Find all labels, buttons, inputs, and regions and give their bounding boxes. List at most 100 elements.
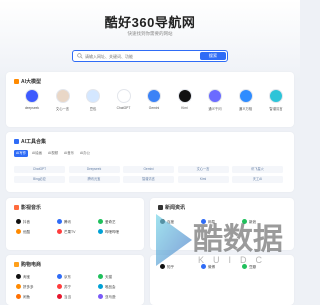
site-link-label: 淘宝: [23, 274, 30, 279]
search-button[interactable]: 搜索: [200, 52, 226, 60]
tab-item[interactable]: AI写作: [14, 150, 28, 157]
site-link[interactable]: 拼多多: [16, 283, 50, 291]
left-section-title: 影视音乐: [14, 204, 41, 211]
tool-link[interactable]: 天工AI: [232, 176, 283, 183]
ai-model-label: 智谱清言: [269, 107, 283, 111]
site-icon: [98, 294, 103, 299]
tool-link[interactable]: Bing必应: [14, 176, 65, 183]
play-logo-icon: [156, 214, 192, 266]
ai-models-icon: [14, 79, 19, 84]
site-link[interactable]: 天猫: [98, 273, 132, 281]
site-icon: [57, 294, 62, 299]
search-input[interactable]: [85, 52, 193, 60]
ai-model-label: 文心一言: [55, 107, 70, 111]
tool-link[interactable]: ChatGPT: [14, 166, 65, 173]
ai-model-label: Gemini: [148, 106, 160, 110]
ai-model-item[interactable]: ChatGPT: [108, 89, 140, 119]
ai-model-item[interactable]: Gemini: [138, 89, 170, 119]
site-icon: [57, 284, 62, 289]
ai-model-item[interactable]: 智谱清言: [260, 89, 292, 119]
site-link[interactable]: 苏宁: [57, 283, 91, 291]
site-link[interactable]: 京东: [57, 273, 91, 281]
site-link[interactable]: 优酷: [16, 228, 50, 236]
site-icon: [57, 229, 62, 234]
watermark-text: 酷数据: [193, 223, 283, 256]
tool-link[interactable]: 智谱清言: [123, 176, 174, 183]
site-link-label: 苏宁: [64, 284, 71, 289]
site-link-label: 唯品会: [105, 284, 116, 289]
site-link-label: 京东: [64, 274, 71, 279]
ai-model-label: ChatGPT: [116, 106, 131, 110]
ai-model-item[interactable]: 通义万相: [230, 89, 262, 119]
site-icon: [16, 219, 21, 224]
ai-model-icon: [25, 89, 39, 103]
left-section-card: 影视音乐 抖音 腾讯 爱奇艺优酷 芒果TV 哔哩哔哩: [6, 198, 144, 250]
site-icon: [98, 219, 103, 224]
site-link-label: 优酷: [23, 229, 30, 234]
ai-model-icon: [208, 89, 222, 103]
ai-model-item[interactable]: 通义千问: [199, 89, 231, 119]
ai-model-label: deepseek: [24, 106, 40, 110]
site-link-label: 拼多多: [23, 284, 34, 289]
left-section2-title: 购物电商: [14, 261, 41, 268]
left-section2-card: 购物电商 淘宝 京东 天猫 拼多多 苏宁 唯品会 闲鱼 当当 亚马逊: [6, 255, 144, 305]
watermark: 酷数据 KUIDC: [150, 200, 300, 300]
site-link[interactable]: 爱奇艺: [98, 218, 132, 226]
site-link[interactable]: 淘宝: [16, 273, 50, 281]
ai-model-icon: [116, 89, 131, 103]
tool-link[interactable]: Gemini: [123, 166, 174, 173]
ai-model-icon: [86, 89, 100, 103]
film-icon: [14, 205, 19, 210]
site-icon: [16, 294, 21, 299]
site-icon: [57, 274, 62, 279]
tool-link[interactable]: Kimi: [177, 176, 229, 183]
ai-model-icon: [269, 89, 283, 103]
site-icon: [16, 274, 21, 279]
site-link[interactable]: 腾讯: [57, 218, 91, 226]
site-icon: [98, 229, 103, 234]
site-link[interactable]: 哔哩哔哩: [98, 228, 132, 236]
ai-models-grid: deepseek 文心一言 豆包 ChatGPT Gemini Kimi 通义千问 通义万相 智…: [16, 89, 286, 119]
site-link-label: 天猫: [105, 274, 112, 279]
site-link-label: 爱奇艺: [105, 219, 116, 224]
search-bar: 搜索: [72, 50, 228, 62]
site-link[interactable]: 芒果TV: [57, 228, 91, 236]
site-icon: [16, 229, 21, 234]
ai-tools-icon: [14, 139, 19, 144]
ai-model-icon: [55, 89, 70, 103]
site-link-label: 芒果TV: [64, 229, 76, 234]
ai-model-item[interactable]: deepseek: [16, 89, 48, 119]
site-link[interactable]: 抖音: [16, 218, 50, 226]
tool-link[interactable]: 讯飞星火: [232, 166, 283, 173]
tool-link[interactable]: Deepseek: [68, 166, 120, 173]
ai-model-item[interactable]: 豆包: [77, 89, 109, 119]
ai-tools-title: AI工具合集: [14, 138, 46, 145]
tab-item[interactable]: AI音乐: [62, 150, 76, 157]
site-link-label: 抖音: [23, 219, 30, 224]
search-icon: [77, 53, 83, 59]
tool-link[interactable]: 文心一言: [177, 166, 229, 173]
watermark-letters: KUIDC: [198, 255, 272, 265]
tab-item[interactable]: AI办公: [78, 150, 92, 157]
ai-model-item[interactable]: Kimi: [169, 89, 201, 119]
ai-model-icon: [147, 89, 161, 103]
site-title: 酷好360导航网: [104, 15, 196, 30]
ai-model-icon: [238, 89, 253, 103]
site-link-label: 闲鱼: [23, 294, 30, 299]
site-link[interactable]: 唯品会: [98, 283, 132, 291]
site-icon: [16, 284, 21, 289]
ai-tools-card: AI工具合集 AI写作 AI绘画 AI视频 AI音乐 AI办公 ChatGPT Deeps…: [6, 132, 294, 192]
site-link-label: 腾讯: [64, 219, 71, 224]
site-link-label: 亚马逊: [105, 294, 116, 299]
ai-model-label: 通义万相: [238, 107, 253, 111]
tab-item[interactable]: AI视频: [46, 150, 60, 157]
site-icon: [98, 274, 103, 279]
ai-models-title: AI大模型: [14, 78, 41, 85]
ai-model-label: 通义千问: [208, 107, 222, 111]
ai-model-label: 豆包: [89, 107, 97, 111]
tab-item[interactable]: AI绘画: [30, 150, 44, 157]
tool-link[interactable]: 腾讯元宝: [68, 176, 120, 183]
site-link-label: 哔哩哔哩: [105, 229, 119, 234]
ai-model-item[interactable]: 文心一言: [47, 89, 79, 119]
ai-models-card: AI大模型 deepseek 文心一言 豆包 ChatGPT Gemini Kimi 通义千…: [6, 72, 294, 127]
